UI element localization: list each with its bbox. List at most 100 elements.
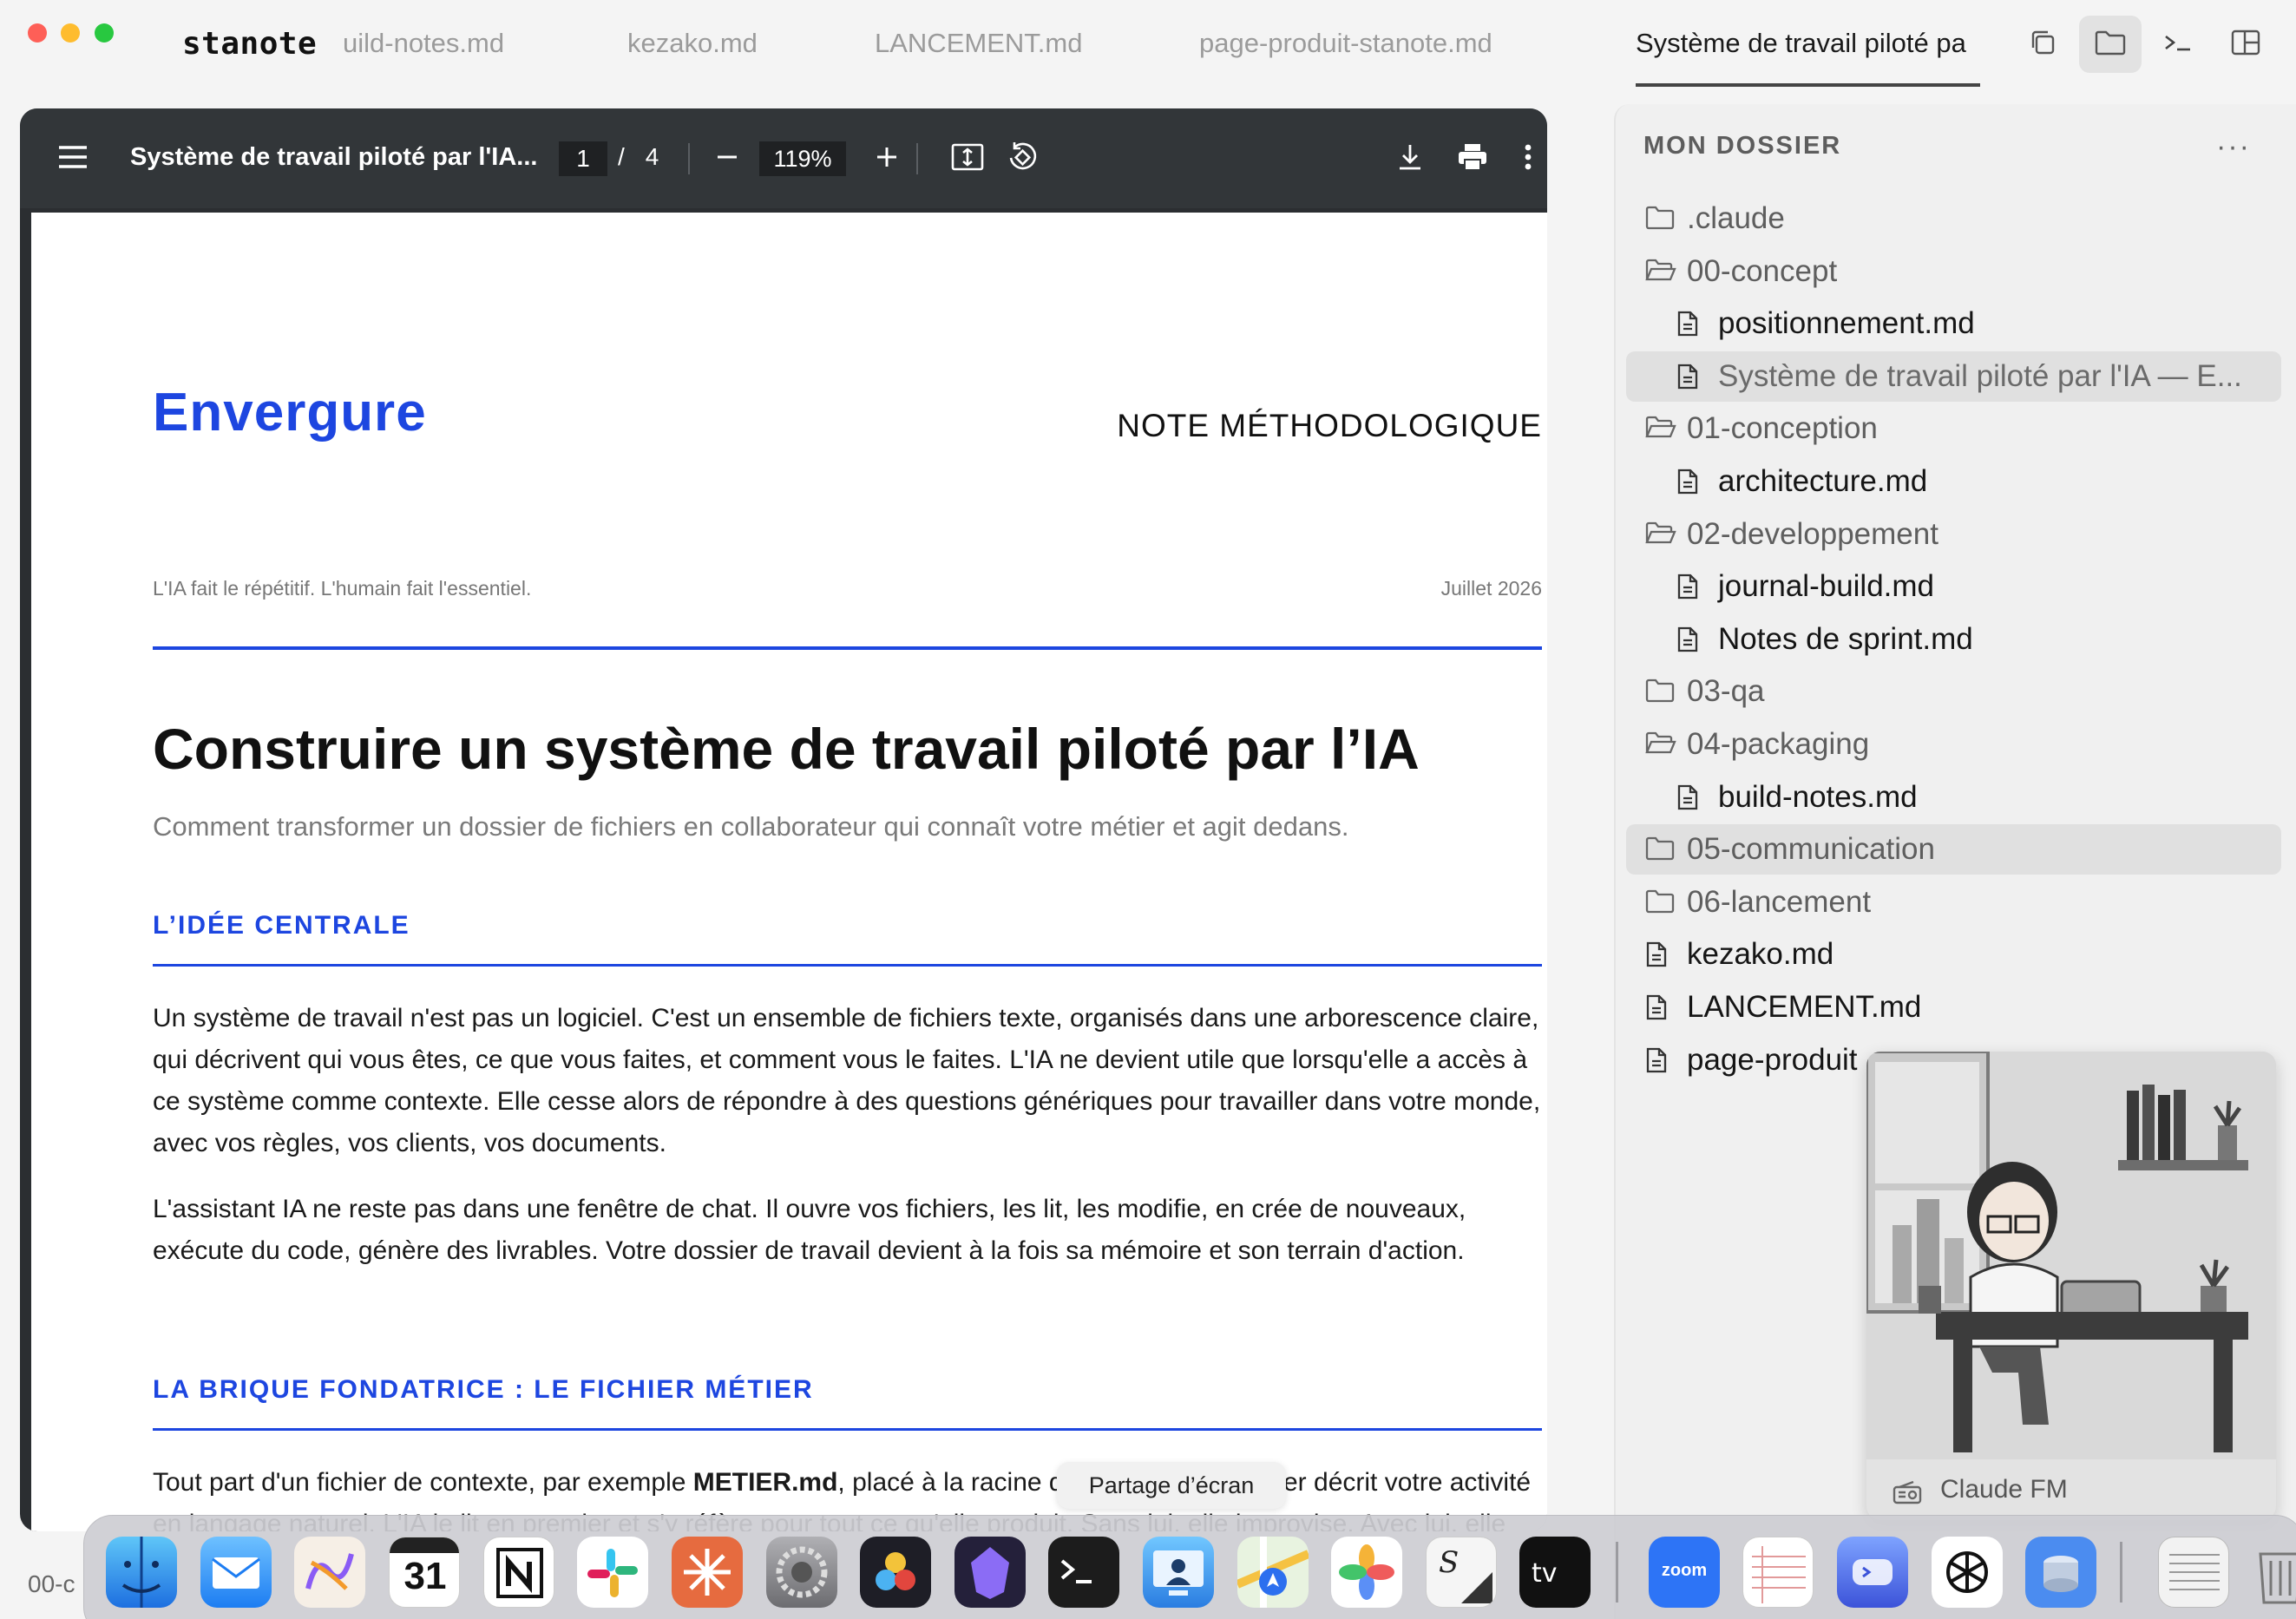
file-icon (1676, 626, 1706, 653)
notion-icon[interactable] (483, 1537, 554, 1608)
pdf-toolbar: Système de travail piloté par l'IA... 1 … (20, 108, 1547, 208)
folder-icon (1645, 836, 1675, 863)
warp-icon[interactable] (1837, 1537, 1908, 1608)
split-layout-button[interactable] (2214, 16, 2277, 73)
copy-icon (2028, 28, 2057, 62)
page-total: /4 (607, 143, 694, 171)
photos-icon[interactable] (1331, 1537, 1402, 1608)
plus-icon (876, 146, 898, 173)
folder-item-claude[interactable]: .claude (1626, 193, 2281, 244)
document-tagline: L'IA fait le répétitif. L'humain fait l'… (153, 577, 532, 600)
calendar-day: 31 (403, 1555, 447, 1597)
zoom-in-button[interactable] (869, 141, 904, 176)
minimize-window-button[interactable] (61, 23, 80, 43)
file-item-lancement-md[interactable]: LANCEMENT.md (1626, 982, 2281, 1032)
claude-icon[interactable] (672, 1537, 743, 1608)
folder-item-06-lancement[interactable]: 06-lancement (1626, 877, 2281, 927)
disk-utility-icon[interactable] (2025, 1537, 2096, 1608)
rotate-icon (1007, 141, 1040, 178)
file-item-kezako-md[interactable]: kezako.md (1626, 929, 2281, 980)
folder-item-00-concept[interactable]: 00-concept (1626, 246, 2281, 297)
folder-icon (1645, 678, 1675, 705)
file-item-syst-me-de-travail-pilot-par-l-ia-e[interactable]: Système de travail piloté par l'IA — E..… (1626, 351, 2281, 402)
tab-page-produit[interactable]: page-produit-stanote.md (1199, 28, 1492, 59)
document-date: Juillet 2026 (1440, 577, 1542, 600)
file-item-build-notes-md[interactable]: build-notes.md (1626, 772, 2281, 823)
mail-icon[interactable] (200, 1537, 272, 1608)
zoom-level-input[interactable]: 119% (759, 141, 846, 176)
camera-overlay[interactable]: Claude FM (1866, 1052, 2276, 1520)
terminal-app-icon[interactable] (1048, 1537, 1119, 1608)
paragraph: L'assistant IA ne reste pas dans une fen… (153, 1195, 1466, 1265)
calendar-icon[interactable]: 31 (389, 1537, 460, 1608)
file-item-notes-de-sprint-md[interactable]: Notes de sprint.md (1626, 614, 2281, 665)
copy-button[interactable] (2011, 16, 2074, 73)
file-item-architecture-md[interactable]: architecture.md (1626, 456, 2281, 507)
file-icon (1676, 363, 1706, 390)
folder-open-icon (1645, 521, 1676, 548)
zoom-app-icon[interactable]: zoom (1649, 1537, 1720, 1608)
screen-sharing-icon[interactable] (1143, 1537, 1214, 1608)
fit-page-icon (951, 142, 984, 176)
pdf-viewer: Système de travail piloté par l'IA... 1 … (20, 108, 1547, 1531)
header-divider (153, 646, 1542, 650)
document-kind: NOTE MÉTHODOLOGIQUE (1117, 408, 1542, 443)
title-bar: stanote uild-notes.md kezako.md LANCEMEN… (0, 0, 2296, 91)
obsidian-icon[interactable] (954, 1537, 1026, 1608)
apple-tv-icon[interactable]: tv (1519, 1537, 1591, 1608)
maps-icon[interactable] (1237, 1537, 1309, 1608)
tab-bar: uild-notes.md kezako.md LANCEMENT.md pag… (343, 0, 1978, 91)
tree-item-label: page-produit (1687, 1042, 1858, 1077)
trash-icon[interactable] (2245, 1537, 2296, 1608)
printer-icon (1457, 142, 1488, 176)
folder-item-04-packaging[interactable]: 04-packaging (1626, 719, 2281, 770)
folder-item-05-communication[interactable]: 05-communication (1626, 824, 2281, 875)
folder-item-02-developpement[interactable]: 02-developpement (1626, 509, 2281, 560)
freeform-icon[interactable] (294, 1537, 365, 1608)
davinci-resolve-icon[interactable] (860, 1537, 931, 1608)
folder-open-icon (1645, 415, 1676, 442)
folder-open-icon (1645, 258, 1676, 285)
file-icon (1676, 783, 1706, 811)
folder-item-01-conception[interactable]: 01-conception (1626, 403, 2281, 454)
zoom-window-button[interactable] (95, 23, 114, 43)
textedit-icon[interactable] (1742, 1537, 1814, 1608)
tree-item-label: 04-packaging (1687, 727, 1870, 761)
camera-label: Claude FM (1940, 1475, 2068, 1504)
system-settings-icon[interactable] (766, 1537, 837, 1608)
more-options-button[interactable] (1515, 140, 1541, 178)
slack-icon[interactable] (577, 1537, 648, 1608)
folder-open-icon (1645, 731, 1676, 758)
dock: 31 S tv zoom (83, 1515, 2296, 1619)
tab-build-notes[interactable]: uild-notes.md (343, 28, 504, 59)
finder-icon[interactable] (106, 1537, 177, 1608)
notes-stack-icon[interactable] (2158, 1537, 2229, 1608)
zoom-out-button[interactable] (710, 141, 745, 176)
app-name: stanote (182, 26, 318, 62)
download-button[interactable] (1391, 140, 1429, 178)
active-tab-indicator (1636, 83, 1980, 87)
chatgpt-icon[interactable] (1932, 1537, 2003, 1608)
terminal-button[interactable] (2147, 16, 2209, 73)
paragraph-bold-text: METIER.md (692, 1468, 838, 1497)
print-button[interactable] (1453, 140, 1492, 178)
folder-toggle-button[interactable] (2079, 16, 2142, 73)
folder-item-03-qa[interactable]: 03-qa (1626, 666, 2281, 717)
fit-page-button[interactable] (948, 140, 987, 178)
tab-systeme-travail[interactable]: Système de travail piloté pa (1636, 28, 1978, 59)
script-editor-icon[interactable]: S (1426, 1537, 1497, 1608)
tab-kezako[interactable]: kezako.md (627, 28, 758, 59)
tab-lancement[interactable]: LANCEMENT.md (875, 28, 1082, 59)
menu-button[interactable] (56, 141, 90, 176)
tree-item-label: architecture.md (1718, 464, 1928, 498)
sidebar-more-button[interactable]: ··· (2216, 130, 2251, 164)
dock-divider (2120, 1542, 2122, 1603)
page-number-input[interactable]: 1 (559, 141, 607, 176)
rotate-button[interactable] (1004, 140, 1042, 178)
close-window-button[interactable] (28, 23, 47, 43)
tree-item-label: LANCEMENT.md (1687, 990, 1922, 1024)
tree-item-label: Notes de sprint.md (1718, 621, 1973, 656)
file-item-journal-build-md[interactable]: journal-build.md (1626, 561, 2281, 612)
terminal-icon (2162, 29, 2194, 60)
file-item-positionnement-md[interactable]: positionnement.md (1626, 298, 2281, 349)
